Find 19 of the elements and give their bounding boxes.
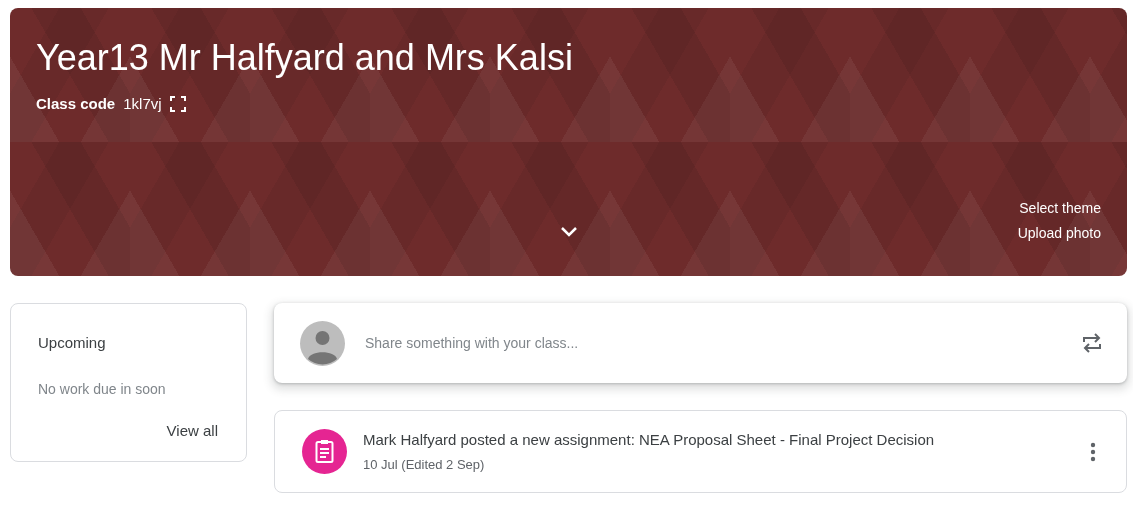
banner-link[interactable]: Select theme (1019, 198, 1101, 219)
class-code: 1kl7vj (123, 94, 162, 115)
assignment-post[interactable]: Mark Halfyard posted a new assignment: NEA Proposal Sheet - Final Project Decision 10 Jul (Edited 2 Sep) (274, 410, 1127, 493)
avatar-icon (300, 320, 345, 366)
fullscreen-icon[interactable] (169, 96, 186, 113)
share-composer[interactable]: Share something with your class... (274, 303, 1127, 383)
class-title: Year13 Mr Halfyard and Mrs Kalsi (36, 36, 574, 80)
share-input[interactable]: Share something with your class... (363, 331, 1063, 355)
chevron-down-icon[interactable] (559, 226, 578, 238)
repost-icon[interactable] (1081, 332, 1103, 354)
post-date: 10 Jul (Edited 2 Sep) (363, 455, 486, 474)
post-title: Mark Halfyard posted a new assignment: NEA Proposal Sheet - Final Project Decision (363, 430, 936, 450)
upcoming-title: Upcoming (38, 333, 107, 353)
upcoming-message: No work due in soon (38, 379, 167, 399)
class-code-label: Class code (36, 94, 116, 115)
banner-link[interactable]: Upload photo (1017, 223, 1101, 244)
assignment-icon (302, 429, 347, 474)
view-all-link[interactable]: View all (166, 419, 218, 442)
more-options-icon[interactable] (1090, 441, 1096, 462)
